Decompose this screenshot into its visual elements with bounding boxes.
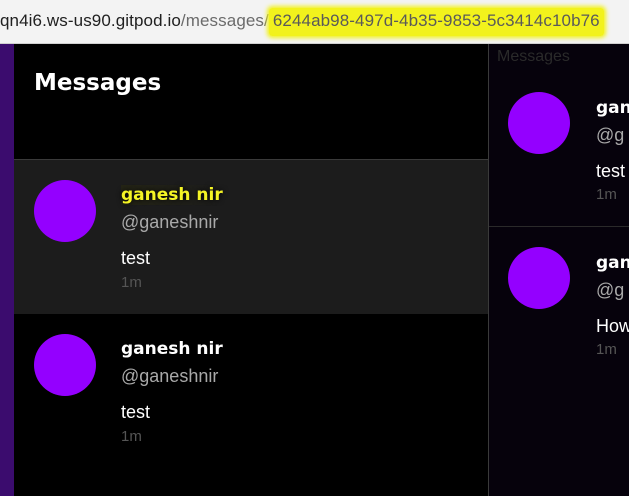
avatar xyxy=(34,180,96,242)
url-path: /messages/ xyxy=(180,11,269,30)
message-author-handle: @g xyxy=(596,125,625,145)
message-text: How xyxy=(596,316,629,336)
url-host: qn4i6.ws-us90.gitpod.io xyxy=(0,11,181,30)
message-text: test xyxy=(596,161,626,181)
message-group-handle: @ganeshnir xyxy=(121,212,219,232)
message-preview: test xyxy=(121,248,151,268)
side-nav-strip xyxy=(0,44,14,496)
message-author-name: gan xyxy=(596,253,629,273)
url-message-id: 6244ab98-497d-4b35-9853-5c3414c10b76 xyxy=(268,8,604,36)
message-group-item-active[interactable]: ganesh nir @ganeshnir test 1m xyxy=(14,160,488,314)
message-author-name: gan xyxy=(596,98,629,118)
message-preview: test xyxy=(121,402,151,422)
conversation-panel: Messages gan @g test 1m gan @g How 1m xyxy=(489,44,629,496)
message-time: 1m xyxy=(121,274,142,291)
messages-panel: Messages ganesh nir @ganeshnir test 1m g… xyxy=(14,44,489,496)
message-item[interactable]: gan @g How 1m xyxy=(489,199,629,379)
message-time: 1m xyxy=(596,341,617,358)
message-group-item[interactable]: ganesh nir @ganeshnir test 1m xyxy=(14,314,488,468)
browser-address-bar[interactable]: qn4i6.ws-us90.gitpod.io/messages/6244ab9… xyxy=(0,0,629,44)
message-time: 1m xyxy=(121,428,142,445)
message-group-display-name: ganesh nir xyxy=(121,185,223,205)
page-title: Messages xyxy=(34,70,162,96)
avatar xyxy=(34,334,96,396)
avatar xyxy=(508,247,570,309)
url-text[interactable]: qn4i6.ws-us90.gitpod.io/messages/6244ab9… xyxy=(0,8,604,36)
message-group-display-name: ganesh nir xyxy=(121,339,223,359)
message-author-handle: @g xyxy=(596,280,625,300)
avatar xyxy=(508,92,570,154)
message-group-handle: @ganeshnir xyxy=(121,366,219,386)
